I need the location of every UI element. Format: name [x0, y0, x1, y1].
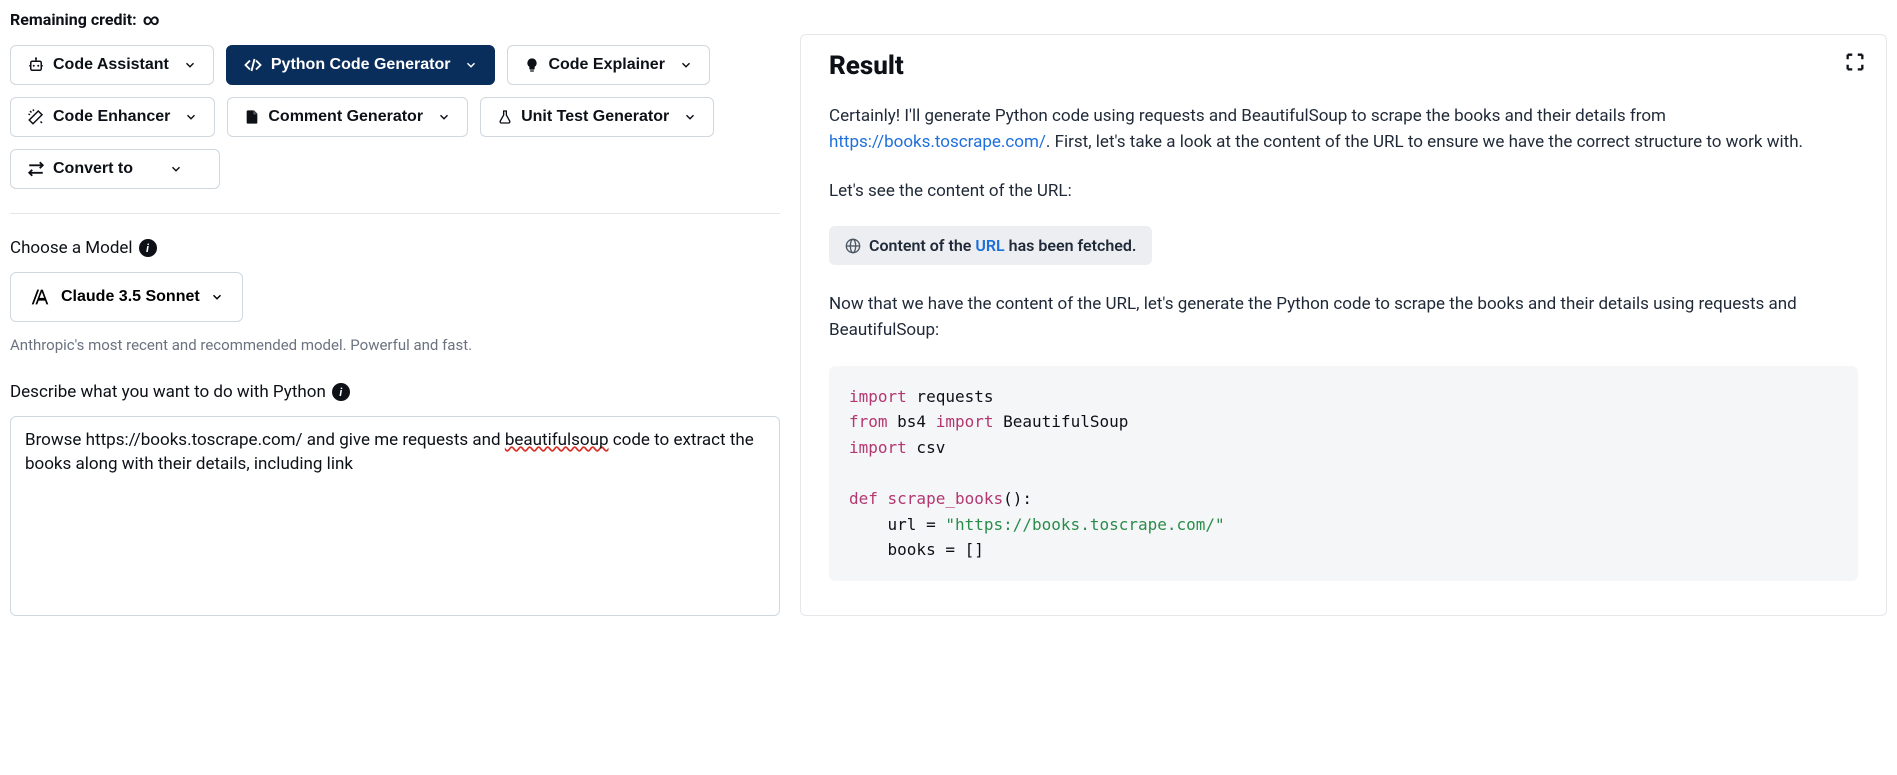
wand-icon: [27, 108, 45, 126]
code-text: ():: [1003, 489, 1032, 508]
code-text: BeautifulSoup: [994, 412, 1129, 431]
code-explainer-button[interactable]: Code Explainer: [507, 45, 709, 85]
code-kw: def: [849, 489, 888, 508]
code-block: import requests from bs4 import Beautifu…: [829, 366, 1858, 581]
code-kw: import: [849, 387, 907, 406]
describe-prompt-label: Describe what you want to do with Python…: [10, 382, 780, 402]
credit-value: ∞: [143, 10, 160, 29]
chevron-down-icon: [437, 110, 451, 124]
prompt-text-pre: Browse https://books.toscrape.com/ and g…: [25, 430, 505, 450]
model-selector[interactable]: Claude 3.5 Sonnet: [10, 272, 243, 322]
chip-pre: Content of the: [869, 236, 975, 255]
code-assistant-label: Code Assistant: [53, 56, 169, 74]
expand-icon[interactable]: [1844, 51, 1866, 73]
code-assistant-button[interactable]: Code Assistant: [10, 45, 214, 85]
convert-to-button[interactable]: Convert to: [10, 149, 220, 189]
describe-prompt-text: Describe what you want to do with Python: [10, 382, 326, 402]
result-url-link[interactable]: https://books.toscrape.com/: [829, 132, 1046, 152]
chip-post: has been fetched.: [1005, 236, 1137, 255]
result-title: Result: [829, 51, 1858, 81]
model-description: Anthropic's most recent and recommended …: [10, 336, 780, 354]
comment-generator-label: Comment Generator: [268, 108, 423, 126]
anthropic-logo-icon: [29, 287, 51, 307]
code-kw: import: [936, 412, 994, 431]
result-intro: Certainly! I'll generate Python code usi…: [829, 103, 1858, 156]
result-see-content: Let's see the content of the URL:: [829, 178, 1858, 204]
document-icon: [244, 108, 260, 126]
unit-test-generator-button[interactable]: Unit Test Generator: [480, 97, 714, 137]
code-enhancer-label: Code Enhancer: [53, 108, 170, 126]
choose-model-label: Choose a Model i: [10, 238, 780, 258]
code-icon: [243, 56, 263, 74]
lightbulb-icon: [524, 56, 540, 74]
python-code-generator-button[interactable]: Python Code Generator: [226, 45, 496, 85]
code-fn: scrape_books: [888, 489, 1004, 508]
result-intro-post: . First, let's take a look at the conten…: [1046, 132, 1803, 152]
code-text: url =: [849, 515, 945, 534]
code-text: requests: [907, 387, 994, 406]
python-generator-label: Python Code Generator: [271, 56, 451, 74]
prompt-textarea[interactable]: Browse https://books.toscrape.com/ and g…: [10, 416, 780, 616]
choose-model-text: Choose a Model: [10, 238, 133, 258]
result-intro-pre: Certainly! I'll generate Python code usi…: [829, 106, 1666, 126]
chevron-down-icon: [210, 290, 224, 304]
code-text: csv: [907, 438, 946, 457]
swap-icon: [27, 160, 45, 178]
comment-generator-button[interactable]: Comment Generator: [227, 97, 468, 137]
code-kw: import: [849, 438, 907, 457]
chevron-down-icon: [183, 58, 197, 72]
chevron-down-icon: [464, 58, 478, 72]
info-icon[interactable]: i: [139, 239, 157, 257]
chevron-down-icon: [169, 162, 183, 176]
result-panel: Result Certainly! I'll generate Python c…: [800, 34, 1887, 616]
chevron-down-icon: [184, 110, 198, 124]
tool-button-row: Code Assistant Python Code Generator Cod…: [10, 45, 780, 214]
globe-icon: [845, 238, 861, 254]
prompt-text-squiggle: beautifulsoup: [505, 430, 609, 450]
credit-text: Remaining credit:: [10, 10, 137, 29]
code-text: books = []: [849, 540, 984, 559]
chevron-down-icon: [683, 110, 697, 124]
code-explainer-label: Code Explainer: [548, 56, 664, 74]
flask-icon: [497, 108, 513, 126]
code-str: "https://books.toscrape.com/": [945, 515, 1224, 534]
unit-test-generator-label: Unit Test Generator: [521, 108, 669, 126]
model-selected-label: Claude 3.5 Sonnet: [61, 288, 200, 306]
remaining-credit-label: Remaining credit: ∞: [10, 10, 780, 29]
convert-to-label: Convert to: [53, 160, 133, 178]
robot-icon: [27, 56, 45, 74]
code-enhancer-button[interactable]: Code Enhancer: [10, 97, 215, 137]
code-kw: from: [849, 412, 888, 431]
chip-url-word: URL: [975, 236, 1004, 255]
url-fetched-chip: Content of the URL has been fetched.: [829, 226, 1152, 265]
info-icon[interactable]: i: [332, 383, 350, 401]
code-text: bs4: [888, 412, 936, 431]
result-after-chip: Now that we have the content of the URL,…: [829, 291, 1858, 344]
chevron-down-icon: [679, 58, 693, 72]
